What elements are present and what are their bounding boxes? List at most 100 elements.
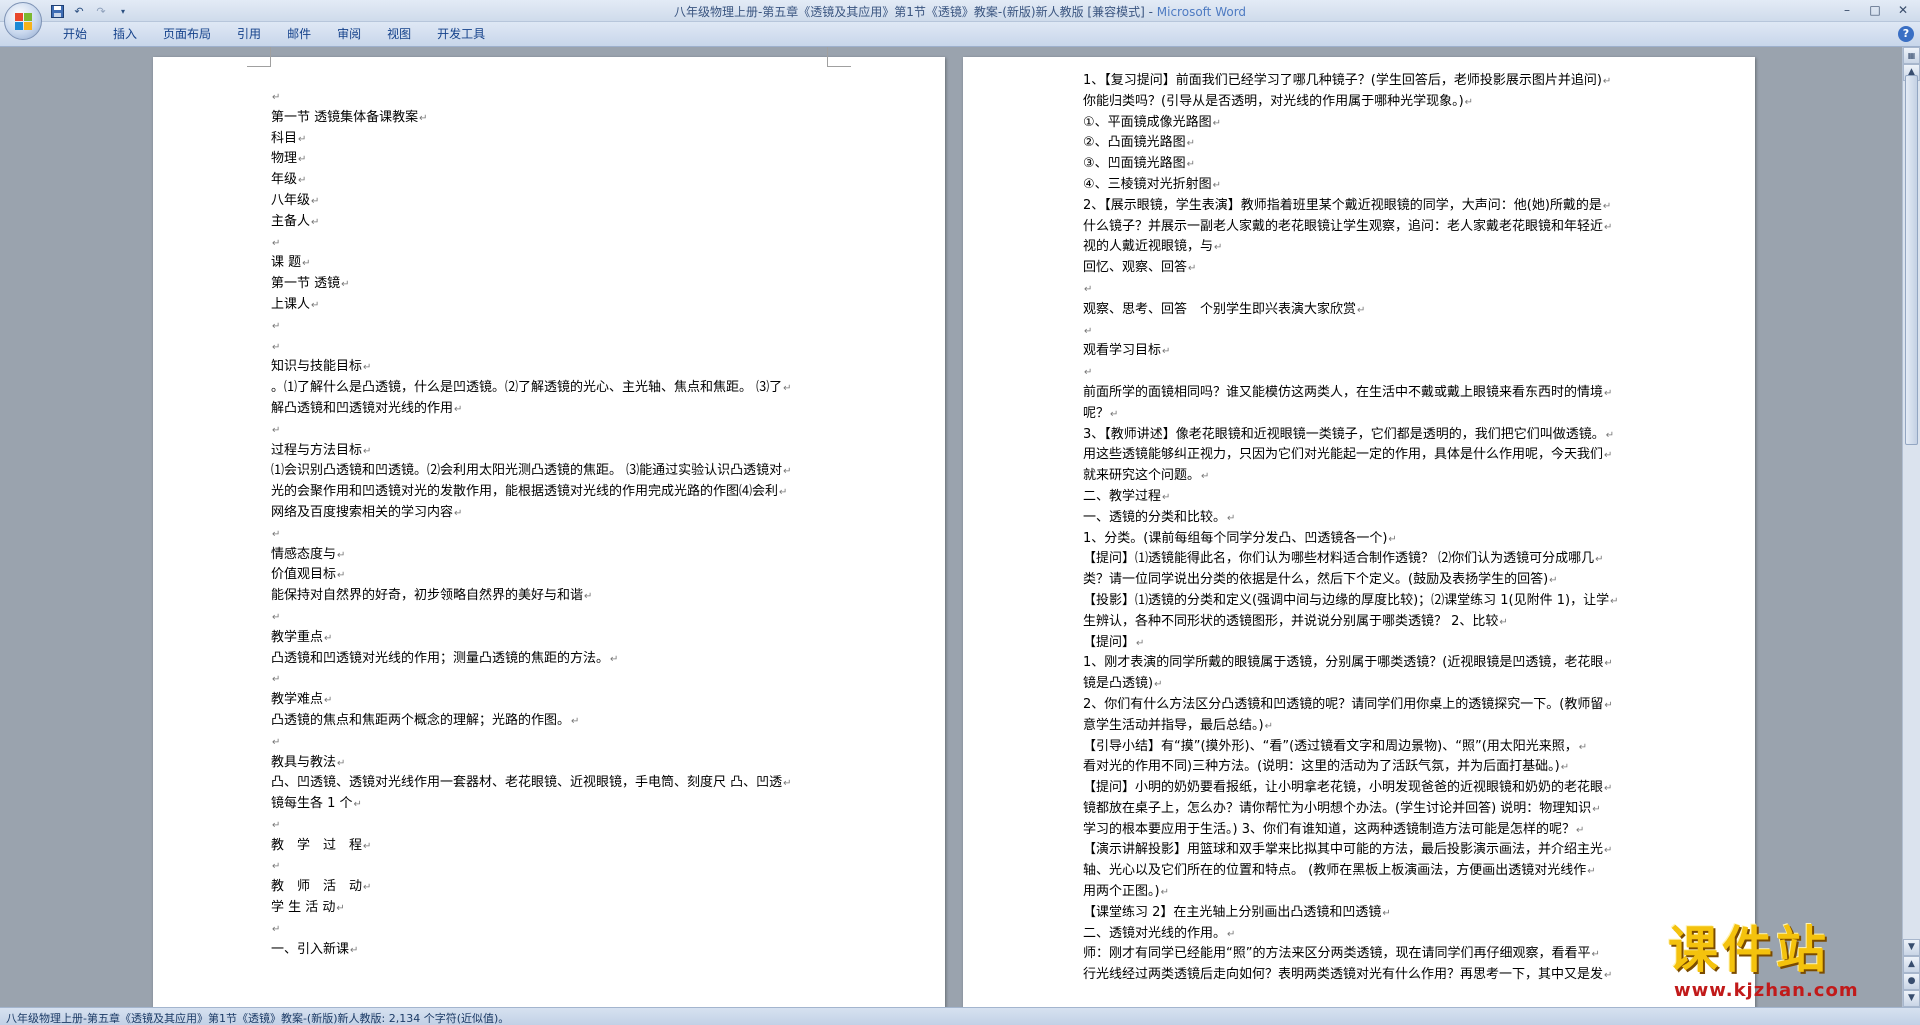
- office-button[interactable]: [4, 2, 42, 40]
- paragraph-line[interactable]: 教具与教法↵: [271, 753, 826, 774]
- paragraph-line[interactable]: ↵: [271, 524, 826, 545]
- paragraph-line[interactable]: ④、三棱镜对光折射图↵: [1083, 175, 1643, 196]
- paragraph-line[interactable]: 第一节 透镜集体备课教案↵: [271, 108, 826, 129]
- paragraph-line[interactable]: 主备人↵: [271, 212, 826, 233]
- paragraph-line[interactable]: 知识与技能目标↵: [271, 357, 826, 378]
- paragraph-line[interactable]: ①、平面镜成像光路图↵: [1083, 113, 1643, 134]
- paragraph-line[interactable]: 用这些透镜能够纠正视力，只因为它们对光能起一定的作用，具体是什么作用呢，今天我们…: [1083, 445, 1643, 466]
- paragraph-line[interactable]: 镜都放在桌子上，怎么办？请你帮忙为小明想个办法。(学生讨论并回答) 说明：物理知…: [1083, 799, 1643, 820]
- paragraph-line[interactable]: 师：刚才有同学已经能用“照”的方法来区分两类透镜，现在请同学们再仔细观察，看看平…: [1083, 944, 1643, 965]
- paragraph-line[interactable]: 行光线经过两类透镜后走向如何？表明两类透镜对光有什么作用？再思考一下，其中又是发…: [1083, 965, 1643, 986]
- paragraph-line[interactable]: 用两个正图。)↵: [1083, 882, 1643, 903]
- paragraph-line[interactable]: 视的人戴近视眼镜，与↵: [1083, 237, 1643, 258]
- paragraph-line[interactable]: 【提问】↵: [1083, 633, 1643, 654]
- paragraph-line[interactable]: 【提问】⑴透镜能得此名，你们认为哪些材料适合制作透镜？ ⑵你们认为透镜可分成哪几…: [1083, 549, 1643, 570]
- paragraph-line[interactable]: 2、【展示眼镜，学生表演】教师指着班里某个戴近视眼镜的同学，大声问：他(她)所戴…: [1083, 196, 1643, 217]
- tab-review[interactable]: 审阅: [324, 22, 374, 47]
- paragraph-line[interactable]: 1、【复习提问】前面我们已经学习了哪几种镜子？(学生回答后，老师投影展示图片并追…: [1083, 71, 1643, 92]
- paragraph-line[interactable]: 【课堂练习 2】在主光轴上分别画出凸透镜和凹透镜↵: [1083, 903, 1643, 924]
- paragraph-line[interactable]: 解凸透镜和凹透镜对光线的作用↵: [271, 399, 826, 420]
- paragraph-line[interactable]: 3、【教师讲述】像老花眼镜和近视眼镜一类镜子，它们都是透明的，我们把它们叫做透镜…: [1083, 425, 1643, 446]
- page-text-right[interactable]: 1、【复习提问】前面我们已经学习了哪几种镜子？(学生回答后，老师投影展示图片并追…: [1083, 71, 1643, 986]
- tab-page-layout[interactable]: 页面布局: [150, 22, 224, 47]
- tab-references[interactable]: 引用: [224, 22, 274, 47]
- paragraph-line[interactable]: 【演示讲解投影】用篮球和双手掌来比拟其中可能的方法，最后投影演示画法，并介绍主光…: [1083, 840, 1643, 861]
- tab-view[interactable]: 视图: [374, 22, 424, 47]
- scrollbar-thumb[interactable]: [1905, 75, 1918, 445]
- paragraph-line[interactable]: ↵: [1083, 279, 1643, 300]
- paragraph-line[interactable]: 二、教学过程↵: [1083, 487, 1643, 508]
- paragraph-line[interactable]: 类？请一位同学说出分类的依据是什么，然后下个定义。(鼓励及表扬学生的回答)↵: [1083, 570, 1643, 591]
- paragraph-line[interactable]: ↵: [271, 919, 826, 940]
- paragraph-line[interactable]: ↵: [271, 856, 826, 877]
- paragraph-line[interactable]: 教 学 过 程↵: [271, 836, 826, 857]
- previous-page-icon[interactable]: ▲: [1903, 956, 1920, 973]
- paragraph-line[interactable]: ↵: [271, 420, 826, 441]
- paragraph-line[interactable]: 回忆、观察、回答↵: [1083, 258, 1643, 279]
- paragraph-line[interactable]: 观察、思考、回答 个别学生即兴表演大家欣赏↵: [1083, 300, 1643, 321]
- tab-mailings[interactable]: 邮件: [274, 22, 324, 47]
- document-page-right[interactable]: 1、【复习提问】前面我们已经学习了哪几种镜子？(学生回答后，老师投影展示图片并追…: [963, 57, 1755, 1007]
- paragraph-line[interactable]: 教学重点↵: [271, 628, 826, 649]
- paragraph-line[interactable]: 你能归类吗？(引导从是否透明，对光线的作用属于哪种光学现象。)↵: [1083, 92, 1643, 113]
- paragraph-line[interactable]: 【投影】⑴透镜的分类和定义(强调中间与边缘的厚度比较)；⑵课堂练习 1(见附件 …: [1083, 591, 1643, 612]
- paragraph-line[interactable]: ↵: [271, 607, 826, 628]
- document-page-left[interactable]: ↵ 第一节 透镜集体备课教案↵ 科目↵ 物理↵ 年级↵ 八年级↵ 主备人↵ ↵ 课 题↵ 第一节 …: [153, 47, 945, 1007]
- paragraph-line[interactable]: ↵: [271, 669, 826, 690]
- paragraph-line[interactable]: ⑴会识别凸透镜和凹透镜。⑵会利用太阳光测凸透镜的焦距。 ⑶能通过实验认识凸透镜对…: [271, 461, 826, 482]
- paragraph-line[interactable]: 一、透镜的分类和比较。↵: [1083, 508, 1643, 529]
- paragraph-line[interactable]: ↵: [271, 233, 826, 254]
- minimize-icon[interactable]: –: [1834, 1, 1860, 19]
- paragraph-line[interactable]: 呢？↵: [1083, 404, 1643, 425]
- paragraph-line[interactable]: 【引导小结】有“摸”(摸外形)、“看”(透过镜看文字和周边景物)、“照”(用太阳…: [1083, 737, 1643, 758]
- paragraph-line[interactable]: 网络及百度搜索相关的学习内容↵: [271, 503, 826, 524]
- paragraph-line[interactable]: 凸、凹透镜、透镜对光线作用一套器材、老花眼镜、近视眼镜，手电筒、刻度尺 凸、凹透…: [271, 773, 826, 794]
- paragraph-line[interactable]: 八年级↵: [271, 191, 826, 212]
- paragraph-line[interactable]: 观看学习目标↵: [1083, 341, 1643, 362]
- paragraph-line[interactable]: ↵: [271, 815, 826, 836]
- paragraph-line[interactable]: 一、引入新课↵: [271, 940, 826, 961]
- paragraph-line[interactable]: 上课人↵: [271, 295, 826, 316]
- paragraph-line[interactable]: 就来研究这个问题。↵: [1083, 466, 1643, 487]
- paragraph-line[interactable]: 第一节 透镜↵: [271, 274, 826, 295]
- paragraph-line[interactable]: 学习的根本要应用于生活。) 3、你们有谁知道，这两种透镜制造方法可能是怎样的呢？…: [1083, 820, 1643, 841]
- maximize-icon[interactable]: □: [1862, 1, 1888, 19]
- paragraph-line[interactable]: ↵: [271, 337, 826, 358]
- paragraph-line[interactable]: 。⑴了解什么是凸透镜，什么是凹透镜。⑵了解透镜的光心、主光轴、焦点和焦距。 ⑶了…: [271, 378, 826, 399]
- tab-insert[interactable]: 插入: [100, 22, 150, 47]
- paragraph-line[interactable]: ②、凸面镜光路图↵: [1083, 133, 1643, 154]
- paragraph-line[interactable]: 能保持对自然界的好奇，初步领略自然界的美好与和谐↵: [271, 586, 826, 607]
- paragraph-line[interactable]: 轴、光心以及它们所在的位置和特点。 (教师在黑板上板演画法，方便画出透镜对光线作…: [1083, 861, 1643, 882]
- paragraph-line[interactable]: 年级↵: [271, 170, 826, 191]
- paragraph-line[interactable]: ↵: [271, 316, 826, 337]
- paragraph-line[interactable]: 凸透镜和凹透镜对光线的作用；测量凸透镜的焦距的方法。↵: [271, 649, 826, 670]
- paragraph-line[interactable]: 镜是凸透镜)↵: [1083, 674, 1643, 695]
- paragraph-line[interactable]: 镜每生各 1 个↵: [271, 794, 826, 815]
- paragraph-line[interactable]: 价值观目标↵: [271, 565, 826, 586]
- select-browse-object-icon[interactable]: ●: [1903, 973, 1920, 990]
- next-page-icon[interactable]: ▼: [1903, 990, 1920, 1007]
- vertical-scrollbar[interactable]: ▦ ▲ ▼ ▲ ● ▼: [1902, 47, 1920, 1007]
- paragraph-line[interactable]: 2、你们有什么方法区分凸透镜和凹透镜的呢？请同学们用你桌上的透镜探究一下。(教师…: [1083, 695, 1643, 716]
- help-icon[interactable]: ?: [1898, 26, 1914, 42]
- page-text-left[interactable]: ↵ 第一节 透镜集体备课教案↵ 科目↵ 物理↵ 年级↵ 八年级↵ 主备人↵ ↵ 课 题↵ 第一节 …: [271, 87, 826, 960]
- paragraph-line[interactable]: 教 师 活 动↵: [271, 877, 826, 898]
- paragraph-line[interactable]: 二、透镜对光线的作用。↵: [1083, 924, 1643, 945]
- paragraph-line[interactable]: 意学生活动并指导，最后总结。)↵: [1083, 716, 1643, 737]
- paragraph-line[interactable]: 教学难点↵: [271, 690, 826, 711]
- paragraph-line[interactable]: ③、凹面镜光路图↵: [1083, 154, 1643, 175]
- status-word-count[interactable]: 八年级物理上册-第五章《透镜及其应用》第1节《透镜》教案-(新版)新人教版: 2…: [6, 1010, 509, 1025]
- scroll-down-icon[interactable]: ▼: [1903, 939, 1920, 956]
- paragraph-line[interactable]: 【提问】小明的奶奶要看报纸，让小明拿老花镜，小明发现爸爸的近视眼镜和奶奶的老花眼…: [1083, 778, 1643, 799]
- tab-home[interactable]: 开始: [50, 22, 100, 47]
- paragraph-line[interactable]: 学 生 活 动↵: [271, 898, 826, 919]
- tab-developer[interactable]: 开发工具: [424, 22, 498, 47]
- paragraph-line[interactable]: 看对光的作用不同)三种方法。(说明：这里的活动为了活跃气氛，并为后面打基础。)↵: [1083, 757, 1643, 778]
- paragraph-line[interactable]: 生辨认，各种不同形状的透镜图形，并说说分别属于哪类透镜？ 2、比较↵: [1083, 612, 1643, 633]
- paragraph-line[interactable]: 光的会聚作用和凹透镜对光的发散作用，能根据透镜对光线的作用完成光路的作图⑷会利↵: [271, 482, 826, 503]
- paragraph-line[interactable]: 物理↵: [271, 149, 826, 170]
- ruler-toggle-icon[interactable]: ▦: [1903, 47, 1920, 64]
- paragraph-line[interactable]: 1、刚才表演的同学所戴的眼镜属于透镜，分别属于哪类透镜？(近视眼镜是凹透镜，老花…: [1083, 653, 1643, 674]
- paragraph-line[interactable]: 1、分类。(课前每组每个同学分发凸、凹透镜各一个)↵: [1083, 529, 1643, 550]
- close-icon[interactable]: ✕: [1890, 1, 1916, 19]
